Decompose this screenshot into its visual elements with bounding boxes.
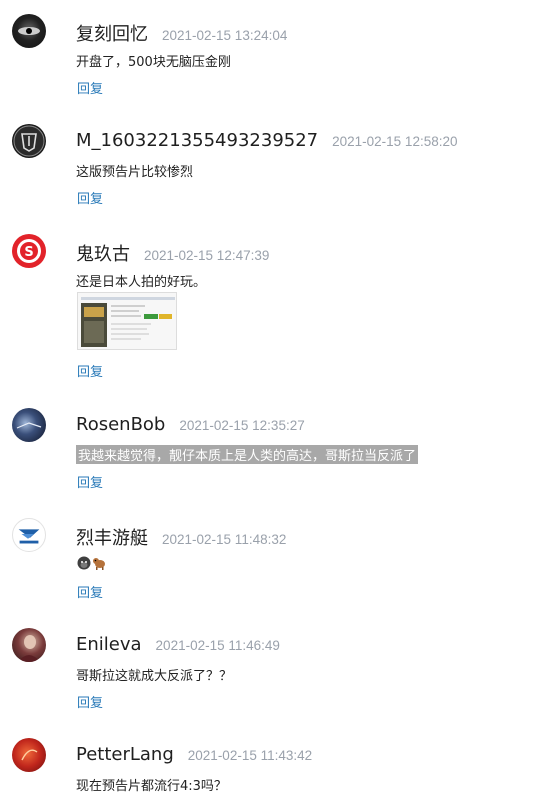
reply-link[interactable]: 回复 xyxy=(77,78,103,97)
reply-link[interactable]: 回复 xyxy=(77,582,103,601)
dog-emoji-icon xyxy=(92,555,106,574)
reply-link[interactable]: 回复 xyxy=(77,692,103,711)
bird-logo-avatar-icon[interactable] xyxy=(12,518,46,552)
comment-username[interactable]: M_1603221355493239527 xyxy=(76,130,318,151)
comment-text: 这版预告片比较惨烈 xyxy=(76,165,194,180)
dark-eye-avatar-icon[interactable] xyxy=(12,14,46,48)
comment-username[interactable]: RosenBob xyxy=(76,414,165,435)
comment-text: 现在预告片都流行4:3吗？ xyxy=(76,779,227,794)
storm-avatar-icon[interactable] xyxy=(12,408,46,442)
comment-username[interactable]: PetterLang xyxy=(76,744,174,765)
comment-text: 开盘了，500块无脑压金刚 xyxy=(76,55,231,70)
red-orb-avatar-icon[interactable] xyxy=(12,738,46,772)
comment-username[interactable]: 烈丰游艇 xyxy=(76,524,148,550)
red-s-avatar-icon[interactable]: S xyxy=(12,234,46,268)
comment-username[interactable]: Enileva xyxy=(76,634,142,655)
comment-timestamp: 2021-02-15 11:48:32 xyxy=(162,532,287,547)
comment-text: 我越来越觉得，靓仔本质上是人类的高达，哥斯拉当反派了 xyxy=(76,445,419,464)
reply-link[interactable]: 回复 xyxy=(77,188,103,207)
reply-link[interactable]: 回复 xyxy=(77,361,103,380)
attached-image[interactable] xyxy=(77,292,177,350)
comment-username[interactable]: 复刻回忆 xyxy=(76,20,148,46)
portrait-avatar-icon[interactable] xyxy=(12,628,46,662)
svg-text:S: S xyxy=(24,245,33,260)
comment-timestamp: 2021-02-15 12:35:27 xyxy=(179,418,305,433)
justice-league-avatar-icon[interactable] xyxy=(12,124,46,158)
gorilla-emoji-icon xyxy=(77,555,91,574)
comment-timestamp: 2021-02-15 12:58:20 xyxy=(332,134,458,149)
emoji-row xyxy=(77,555,106,574)
comment-timestamp: 2021-02-15 11:46:49 xyxy=(155,638,280,653)
comment-timestamp: 2021-02-15 12:47:39 xyxy=(144,248,270,263)
comment-list: 复刻回忆 2021-02-15 13:24:04 开盘了，500块无脑压金刚 回… xyxy=(0,0,554,800)
comment-username[interactable]: 鬼玖古 xyxy=(76,240,130,266)
comment-timestamp: 2021-02-15 13:24:04 xyxy=(162,28,288,43)
comment-timestamp: 2021-02-15 11:43:42 xyxy=(187,748,313,763)
comment-text: 还是日本人拍的好玩。 xyxy=(76,275,207,290)
comment-text: 哥斯拉这就成大反派了？？ xyxy=(76,669,233,684)
reply-link[interactable]: 回复 xyxy=(77,472,103,491)
